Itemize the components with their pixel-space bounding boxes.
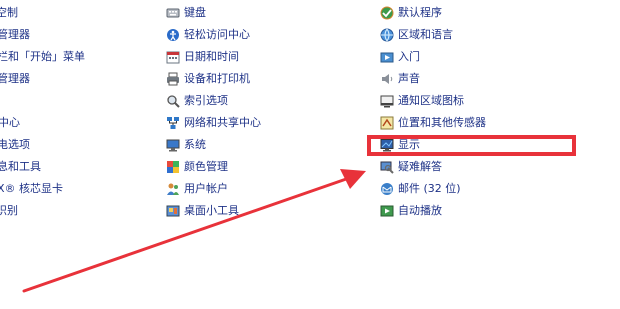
item-label: 用户帐户: [184, 182, 228, 195]
item-color-management[interactable]: 颜色管理: [166, 158, 228, 176]
item-label: 桌面小工具: [184, 204, 239, 217]
calendar-icon: [166, 50, 180, 64]
item-keyboard[interactable]: 键盘: [166, 4, 206, 22]
network-icon: [166, 116, 180, 130]
getting-started-icon: [380, 50, 394, 64]
item-default-programs[interactable]: 默认程序: [380, 4, 442, 22]
item-taskbar[interactable]: 栏和「开始」菜单: [0, 48, 85, 66]
item-label: 栏和「开始」菜单: [0, 50, 85, 63]
item-label: 索引选项: [184, 94, 228, 107]
notification-icon: [380, 94, 394, 108]
item-label: 区域和语言: [398, 28, 453, 41]
item-getting-started[interactable]: 入门: [380, 48, 420, 66]
users-icon: [166, 182, 180, 196]
autoplay-icon: [380, 204, 394, 218]
item-label: 位置和其他传感器: [398, 116, 486, 129]
item-label: 空制: [0, 6, 18, 19]
item-location-sensors[interactable]: 位置和其他传感器: [380, 114, 486, 132]
item-label: 通知区域图标: [398, 94, 464, 107]
default-programs-icon: [380, 6, 394, 20]
item-manager-1[interactable]: 管理器: [0, 26, 30, 44]
item-label: X® 核芯显卡: [0, 182, 64, 195]
display-highlight-box: [367, 135, 576, 156]
item-date-time[interactable]: 日期和时间: [166, 48, 239, 66]
item-troubleshooting[interactable]: 疑难解答: [380, 158, 442, 176]
item-label: 邮件 (32 位): [398, 182, 461, 195]
sensor-icon: [380, 116, 394, 130]
item-graphics[interactable]: X® 核芯显卡: [0, 180, 63, 198]
item-user-accounts[interactable]: 用户帐户: [166, 180, 228, 198]
color-icon: [166, 160, 180, 174]
item-label: 自动播放: [398, 204, 442, 217]
ease-of-access-icon: [166, 28, 180, 42]
item-power-options[interactable]: 电选项: [0, 136, 30, 154]
item-notification-area[interactable]: 通知区域图标: [380, 92, 464, 110]
item-info-tools[interactable]: 息和工具: [0, 158, 41, 176]
keyboard-icon: [166, 6, 180, 20]
item-label: 电选项: [0, 138, 30, 151]
item-region-language[interactable]: 区域和语言: [380, 26, 453, 44]
item-label: 系统: [184, 138, 206, 151]
item-label: 中心: [0, 116, 20, 129]
search-index-icon: [166, 94, 180, 108]
item-label: 设备和打印机: [184, 72, 250, 85]
item-mail[interactable]: 邮件 (32 位): [380, 180, 461, 198]
item-manager-2[interactable]: 管理器: [0, 70, 30, 88]
item-network-sharing[interactable]: 网络和共享中心: [166, 114, 261, 132]
item-label: 管理器: [0, 72, 30, 85]
item-label: 默认程序: [398, 6, 442, 19]
item-sound[interactable]: 声音: [380, 70, 420, 88]
gadgets-icon: [166, 204, 180, 218]
item-autoplay[interactable]: 自动播放: [380, 202, 442, 220]
item-label: 轻松访问中心: [184, 28, 250, 41]
item-recognition[interactable]: 识别: [0, 202, 18, 220]
item-label: 入门: [398, 50, 420, 63]
item-label: 息和工具: [0, 160, 41, 173]
item-label: 网络和共享中心: [184, 116, 261, 129]
system-icon: [166, 138, 180, 152]
item-desktop-gadgets[interactable]: 桌面小工具: [166, 202, 239, 220]
item-label: 键盘: [184, 6, 206, 19]
item-label: 颜色管理: [184, 160, 228, 173]
item-devices-printers[interactable]: 设备和打印机: [166, 70, 250, 88]
globe-icon: [380, 28, 394, 42]
printer-icon: [166, 72, 180, 86]
item-center[interactable]: 中心: [0, 114, 20, 132]
item-system[interactable]: 系统: [166, 136, 206, 154]
item-ease-of-access[interactable]: 轻松访问中心: [166, 26, 250, 44]
item-indexing-options[interactable]: 索引选项: [166, 92, 228, 110]
item-label: 管理器: [0, 28, 30, 41]
speaker-icon: [380, 72, 394, 86]
item-label: 识别: [0, 204, 18, 217]
item-label: 声音: [398, 72, 420, 85]
item-label: 日期和时间: [184, 50, 239, 63]
troubleshoot-icon: [380, 160, 394, 174]
item-label: 疑难解答: [398, 160, 442, 173]
mail-icon: [380, 182, 394, 196]
item-control[interactable]: 空制: [0, 4, 18, 22]
